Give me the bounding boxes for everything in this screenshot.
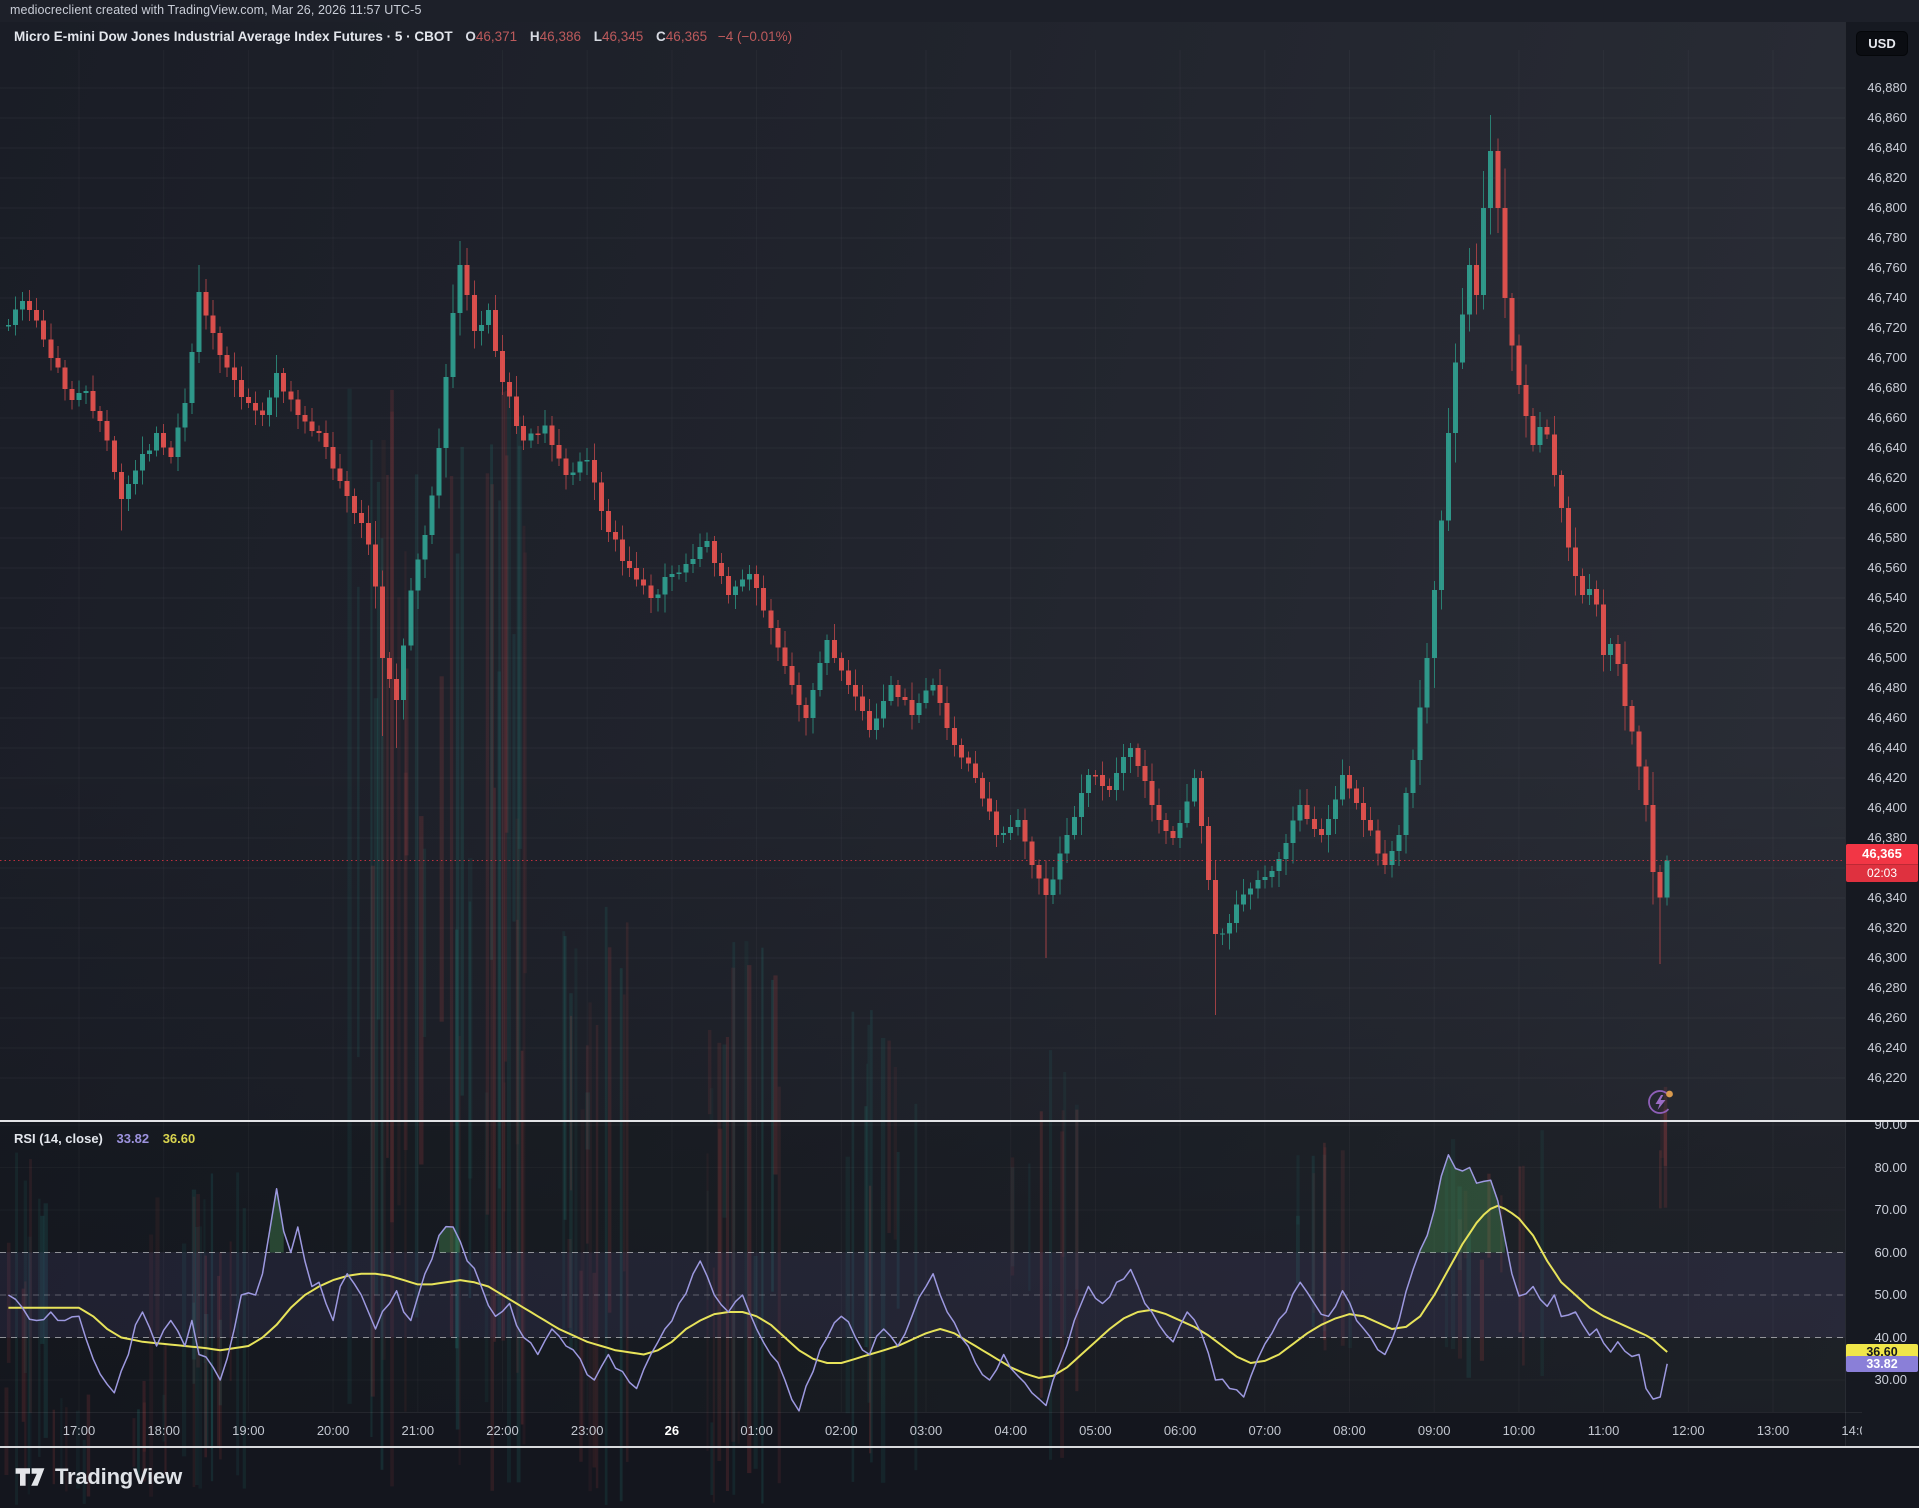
symbol-title[interactable]: Micro E-mini Dow Jones Industrial Averag… bbox=[14, 29, 453, 44]
candlestick-chart[interactable] bbox=[0, 50, 1845, 1120]
price-axis-label: 46,560 bbox=[1867, 560, 1907, 576]
price-axis-label: 46,280 bbox=[1867, 980, 1907, 996]
low-label: L bbox=[594, 29, 602, 44]
price-axis-label: 46,340 bbox=[1867, 890, 1907, 906]
time-axis-label: 04:00 bbox=[994, 1423, 1027, 1439]
currency-chip[interactable]: USD bbox=[1856, 31, 1908, 56]
price-axis-label: 46,620 bbox=[1867, 470, 1907, 486]
price-axis-label: 46,520 bbox=[1867, 620, 1907, 636]
price-axis-label: 46,720 bbox=[1867, 320, 1907, 336]
attribution-text: mediocreclient created with TradingView.… bbox=[10, 3, 422, 17]
time-axis-label: 05:00 bbox=[1079, 1423, 1112, 1439]
time-axis-label: 08:00 bbox=[1333, 1423, 1366, 1439]
time-axis-label: 19:00 bbox=[232, 1423, 265, 1439]
high-value: 46,386 bbox=[540, 29, 581, 44]
time-axis-label: 09:00 bbox=[1418, 1423, 1451, 1439]
price-axis-label: 46,500 bbox=[1867, 650, 1907, 666]
symbol-legend[interactable]: Micro E-mini Dow Jones Industrial Averag… bbox=[14, 29, 792, 44]
price-axis-label: 46,640 bbox=[1867, 440, 1907, 456]
price-axis-label: 46,220 bbox=[1867, 1070, 1907, 1086]
rsi-axis-label: 50.00 bbox=[1874, 1287, 1907, 1303]
price-axis-label: 46,320 bbox=[1867, 920, 1907, 936]
time-axis-label: 22:00 bbox=[486, 1423, 519, 1439]
price-axis-label: 46,480 bbox=[1867, 680, 1907, 696]
bar-countdown: 02:03 bbox=[1846, 864, 1918, 882]
price-axis-label: 46,580 bbox=[1867, 530, 1907, 546]
time-axis-label: 26 bbox=[665, 1423, 679, 1439]
price-axis-label: 46,800 bbox=[1867, 200, 1907, 216]
rsi-legend[interactable]: RSI (14, close) 33.82 36.60 bbox=[14, 1131, 195, 1146]
price-axis[interactable]: 46,880 46,860 46,840 46,820 46,800 46,780 46,7… bbox=[1845, 22, 1919, 1412]
open-label: O bbox=[465, 29, 476, 44]
time-axis-label: 21:00 bbox=[402, 1423, 435, 1439]
rsi-title[interactable]: RSI bbox=[14, 1131, 36, 1146]
low-value: 46,345 bbox=[602, 29, 643, 44]
tradingview-chart-window: mediocreclient created with TradingView.… bbox=[0, 0, 1919, 1508]
price-axis-label: 46,760 bbox=[1867, 260, 1907, 276]
time-axis-label: 07:00 bbox=[1249, 1423, 1282, 1439]
open-value: 46,371 bbox=[476, 29, 517, 44]
price-axis-label: 46,700 bbox=[1867, 350, 1907, 366]
time-axis-label: 02:00 bbox=[825, 1423, 858, 1439]
time-axis-label: 14:00 bbox=[1841, 1423, 1862, 1439]
time-axis-label: 17:00 bbox=[63, 1423, 96, 1439]
price-axis-label: 46,240 bbox=[1867, 1040, 1907, 1056]
pane-separator[interactable] bbox=[0, 1120, 1919, 1122]
price-axis-label: 46,840 bbox=[1867, 140, 1907, 156]
time-axis-label: 03:00 bbox=[910, 1423, 943, 1439]
price-axis-label: 46,880 bbox=[1867, 80, 1907, 96]
rsi-value: 33.82 bbox=[117, 1131, 150, 1146]
price-axis-label: 46,660 bbox=[1867, 410, 1907, 426]
time-axis-label: 01:00 bbox=[740, 1423, 773, 1439]
tradingview-logo[interactable]: TradingView bbox=[14, 1464, 182, 1490]
price-axis-label: 46,680 bbox=[1867, 380, 1907, 396]
rsi-params: (14, close) bbox=[39, 1131, 103, 1146]
rsi-axis-label: 30.00 bbox=[1874, 1372, 1907, 1388]
time-axis-label: 06:00 bbox=[1164, 1423, 1197, 1439]
time-axis[interactable]: 17:00 18:00 19:00 20:00 21:00 22:00 23:00 26 01:… bbox=[0, 1412, 1862, 1447]
close-value: 46,365 bbox=[666, 29, 707, 44]
price-axis-label: 46,820 bbox=[1867, 170, 1907, 186]
rsi-axis-label: 60.00 bbox=[1874, 1245, 1907, 1261]
time-axis-label: 12:00 bbox=[1672, 1423, 1705, 1439]
rsi-axis-label: 80.00 bbox=[1874, 1160, 1907, 1176]
price-axis-label: 46,860 bbox=[1867, 110, 1907, 126]
rsi-axis-label: 70.00 bbox=[1874, 1202, 1907, 1218]
price-axis-label: 46,420 bbox=[1867, 770, 1907, 786]
time-axis-label: 13:00 bbox=[1757, 1423, 1790, 1439]
price-axis-label: 46,780 bbox=[1867, 230, 1907, 246]
price-axis-label: 46,400 bbox=[1867, 800, 1907, 816]
price-axis-label: 46,740 bbox=[1867, 290, 1907, 306]
rsi-ma-value: 36.60 bbox=[163, 1131, 196, 1146]
candles bbox=[6, 115, 1670, 1015]
price-axis-label: 46,440 bbox=[1867, 740, 1907, 756]
footer-separator bbox=[0, 1446, 1919, 1448]
price-axis-label: 46,300 bbox=[1867, 950, 1907, 966]
current-price-value: 46,365 bbox=[1846, 844, 1918, 864]
price-axis-label: 46,600 bbox=[1867, 500, 1907, 516]
time-axis-label: 20:00 bbox=[317, 1423, 350, 1439]
rsi-indicator-chart[interactable] bbox=[0, 1122, 1845, 1412]
tradingview-wordmark: TradingView bbox=[55, 1464, 182, 1490]
close-label: C bbox=[656, 29, 666, 44]
tradingview-logo-icon bbox=[14, 1465, 46, 1489]
price-axis-label: 46,260 bbox=[1867, 1010, 1907, 1026]
high-label: H bbox=[530, 29, 540, 44]
rsi-value-marker: 33.82 bbox=[1846, 1356, 1918, 1372]
change-value: −4 (−0.01%) bbox=[718, 29, 792, 44]
time-axis-label: 23:00 bbox=[571, 1423, 604, 1439]
time-axis-label: 10:00 bbox=[1503, 1423, 1536, 1439]
current-price-marker: 46,365 02:03 bbox=[1846, 844, 1918, 882]
price-axis-label: 46,540 bbox=[1867, 590, 1907, 606]
time-axis-label: 11:00 bbox=[1588, 1423, 1620, 1439]
boost-lightning-icon[interactable] bbox=[1645, 1086, 1677, 1118]
time-axis-label: 18:00 bbox=[147, 1423, 180, 1439]
price-axis-label: 46,460 bbox=[1867, 710, 1907, 726]
